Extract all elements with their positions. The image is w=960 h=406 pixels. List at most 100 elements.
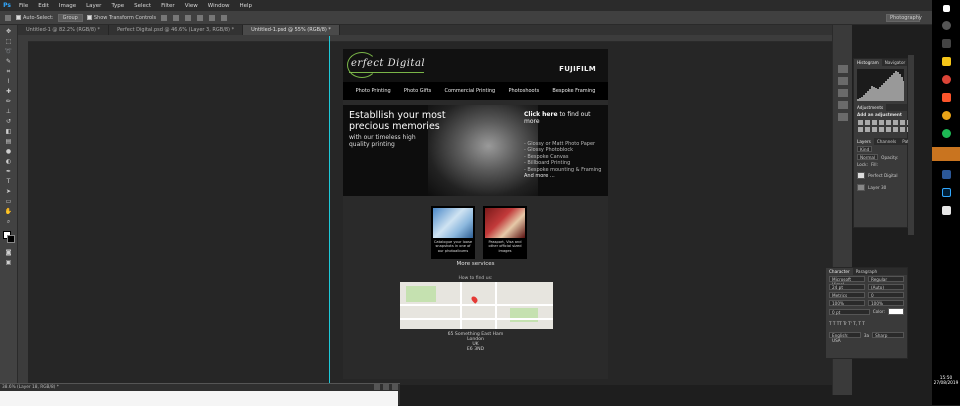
- properties-panel-icon[interactable]: [837, 77, 848, 85]
- menu-view[interactable]: View: [180, 3, 203, 9]
- service-card-albums[interactable]: Catalogue your loose snapshots in one of…: [431, 206, 475, 259]
- tab-navigator[interactable]: Navigator: [882, 59, 909, 66]
- document-tab[interactable]: Perfect Digital.psd @ 46.6% (Layer 3, RG…: [109, 25, 244, 35]
- photo-filter-icon[interactable]: [858, 127, 863, 132]
- auto-select-dropdown[interactable]: Group: [57, 13, 83, 22]
- nav-photo-gifts[interactable]: Photo Gifts: [404, 88, 431, 94]
- workspace-dropdown[interactable]: Photography: [886, 14, 922, 22]
- color-swatches[interactable]: [2, 231, 15, 243]
- tab-channels[interactable]: Channels: [874, 138, 899, 145]
- minimize-icon[interactable]: [374, 384, 380, 390]
- eraser-tool-icon[interactable]: ◧: [4, 128, 14, 135]
- hero-cta-link[interactable]: Click here: [524, 111, 558, 118]
- gradient-tool-icon[interactable]: ▤: [4, 138, 14, 145]
- photoshop-taskbar-icon[interactable]: [941, 188, 951, 197]
- brush-tool-icon[interactable]: ✏: [4, 98, 14, 105]
- tab-layers[interactable]: Layers: [854, 138, 874, 145]
- more-services-link[interactable]: More services: [343, 261, 608, 267]
- floating-document-canvas[interactable]: [0, 391, 398, 406]
- nav-commercial-printing[interactable]: Commercial Printing: [445, 88, 496, 94]
- crop-tool-icon[interactable]: ⌗: [4, 68, 14, 75]
- screen-mode-icon[interactable]: ▣: [4, 259, 14, 266]
- antialias-dropdown[interactable]: Sharp: [872, 332, 905, 338]
- nav-photoshoots[interactable]: Photoshoots: [508, 88, 539, 94]
- baseline-field[interactable]: 0 pt: [829, 308, 870, 315]
- norton-icon[interactable]: [941, 111, 951, 120]
- language-dropdown[interactable]: English: USA: [829, 332, 861, 343]
- close-icon[interactable]: [392, 384, 398, 390]
- service-card-passport[interactable]: Passport, Visa and other official sized …: [483, 206, 527, 259]
- history-brush-icon[interactable]: ↺: [4, 118, 14, 125]
- align-bottom-icon[interactable]: [185, 14, 192, 21]
- transform-controls-checkbox[interactable]: Show Transform Controls: [86, 14, 156, 21]
- photos-icon[interactable]: [941, 206, 951, 215]
- align-top-icon[interactable]: [161, 14, 168, 21]
- search-icon[interactable]: [941, 21, 951, 30]
- vibrance-icon[interactable]: [886, 120, 891, 125]
- menu-file[interactable]: File: [14, 3, 33, 9]
- layer-filter-dropdown[interactable]: Kind: [857, 146, 873, 152]
- spotify-icon[interactable]: [941, 129, 951, 138]
- task-view-icon[interactable]: [941, 39, 951, 48]
- menu-layer[interactable]: Layer: [81, 3, 106, 9]
- balance-icon[interactable]: [900, 120, 905, 125]
- kerning-field[interactable]: Metrics: [829, 292, 865, 298]
- align-center-icon[interactable]: [209, 14, 216, 21]
- quick-mask-icon[interactable]: ◙: [4, 249, 14, 256]
- zoom-tool-icon[interactable]: ⌕: [4, 218, 14, 225]
- lasso-tool-icon[interactable]: ➰: [4, 48, 14, 55]
- type-tool-icon[interactable]: T: [4, 178, 14, 185]
- stamp-tool-icon[interactable]: ⊥: [4, 108, 14, 115]
- font-style-dropdown[interactable]: Regular: [868, 276, 904, 282]
- path-select-icon[interactable]: ➤: [4, 188, 14, 195]
- windows-start-icon[interactable]: [942, 5, 950, 12]
- tab-character[interactable]: Character: [826, 268, 853, 275]
- document-tab[interactable]: Untitled-1.psd @ 55% (RGB/8) *: [243, 25, 340, 35]
- location-map[interactable]: [400, 282, 553, 329]
- brave-icon[interactable]: [941, 93, 951, 102]
- blur-tool-icon[interactable]: ●: [4, 148, 14, 155]
- posterize-icon[interactable]: [886, 127, 891, 132]
- curves-icon[interactable]: [872, 120, 877, 125]
- menu-window[interactable]: Window: [203, 3, 235, 9]
- hue-icon[interactable]: [893, 120, 898, 125]
- threshold-icon[interactable]: [893, 127, 898, 132]
- document-tab[interactable]: Untitled-1 @ 82.2% (RGB/8) *: [18, 25, 110, 35]
- font-size-field[interactable]: 24 pt: [829, 284, 865, 290]
- align-left-icon[interactable]: [197, 14, 204, 21]
- gradient-map-icon[interactable]: [900, 127, 905, 132]
- file-explorer-icon[interactable]: [941, 57, 951, 66]
- styles-panel-icon[interactable]: [837, 113, 848, 121]
- horizontal-scale-field[interactable]: 100%: [868, 300, 904, 306]
- tab-histogram[interactable]: Histogram: [854, 59, 882, 66]
- tab-paragraph[interactable]: Paragraph: [853, 268, 880, 275]
- eyedropper-tool-icon[interactable]: ⌇: [4, 78, 14, 85]
- leading-field[interactable]: (Auto): [868, 284, 904, 290]
- tab-adjustments[interactable]: Adjustments: [854, 104, 887, 111]
- marquee-tool-icon[interactable]: ⬚: [4, 38, 14, 45]
- system-clock[interactable]: 15:50 27/08/2019: [932, 376, 960, 386]
- lookup-icon[interactable]: [872, 127, 877, 132]
- healing-tool-icon[interactable]: ✚: [4, 88, 14, 95]
- exposure-icon[interactable]: [879, 120, 884, 125]
- pen-tool-icon[interactable]: ✒: [4, 168, 14, 175]
- dodge-tool-icon[interactable]: ◐: [4, 158, 14, 165]
- type-style-buttons[interactable]: T T TT Tr T' T, T T: [829, 321, 865, 326]
- align-right-icon[interactable]: [221, 14, 228, 21]
- menu-filter[interactable]: Filter: [156, 3, 180, 9]
- move-tool-icon[interactable]: ✥: [4, 28, 14, 35]
- text-color-swatch[interactable]: [888, 308, 904, 315]
- layer-name[interactable]: Layer 30: [868, 185, 886, 190]
- guide-line[interactable]: [329, 36, 330, 385]
- app-icon[interactable]: [941, 170, 951, 179]
- levels-icon[interactable]: [865, 120, 870, 125]
- layer-name[interactable]: Perfect Digital: [868, 173, 898, 178]
- hand-tool-icon[interactable]: ✋: [4, 208, 14, 215]
- align-middle-icon[interactable]: [173, 14, 180, 21]
- chrome-icon[interactable]: [941, 75, 951, 84]
- blend-mode-dropdown[interactable]: Normal: [857, 154, 879, 160]
- swatches-panel-icon[interactable]: [837, 101, 848, 109]
- menu-image[interactable]: Image: [54, 3, 81, 9]
- vertical-scale-field[interactable]: 100%: [829, 300, 865, 306]
- floating-document-window[interactable]: 38.6% (Layer 18, RGB/8) *: [0, 383, 400, 406]
